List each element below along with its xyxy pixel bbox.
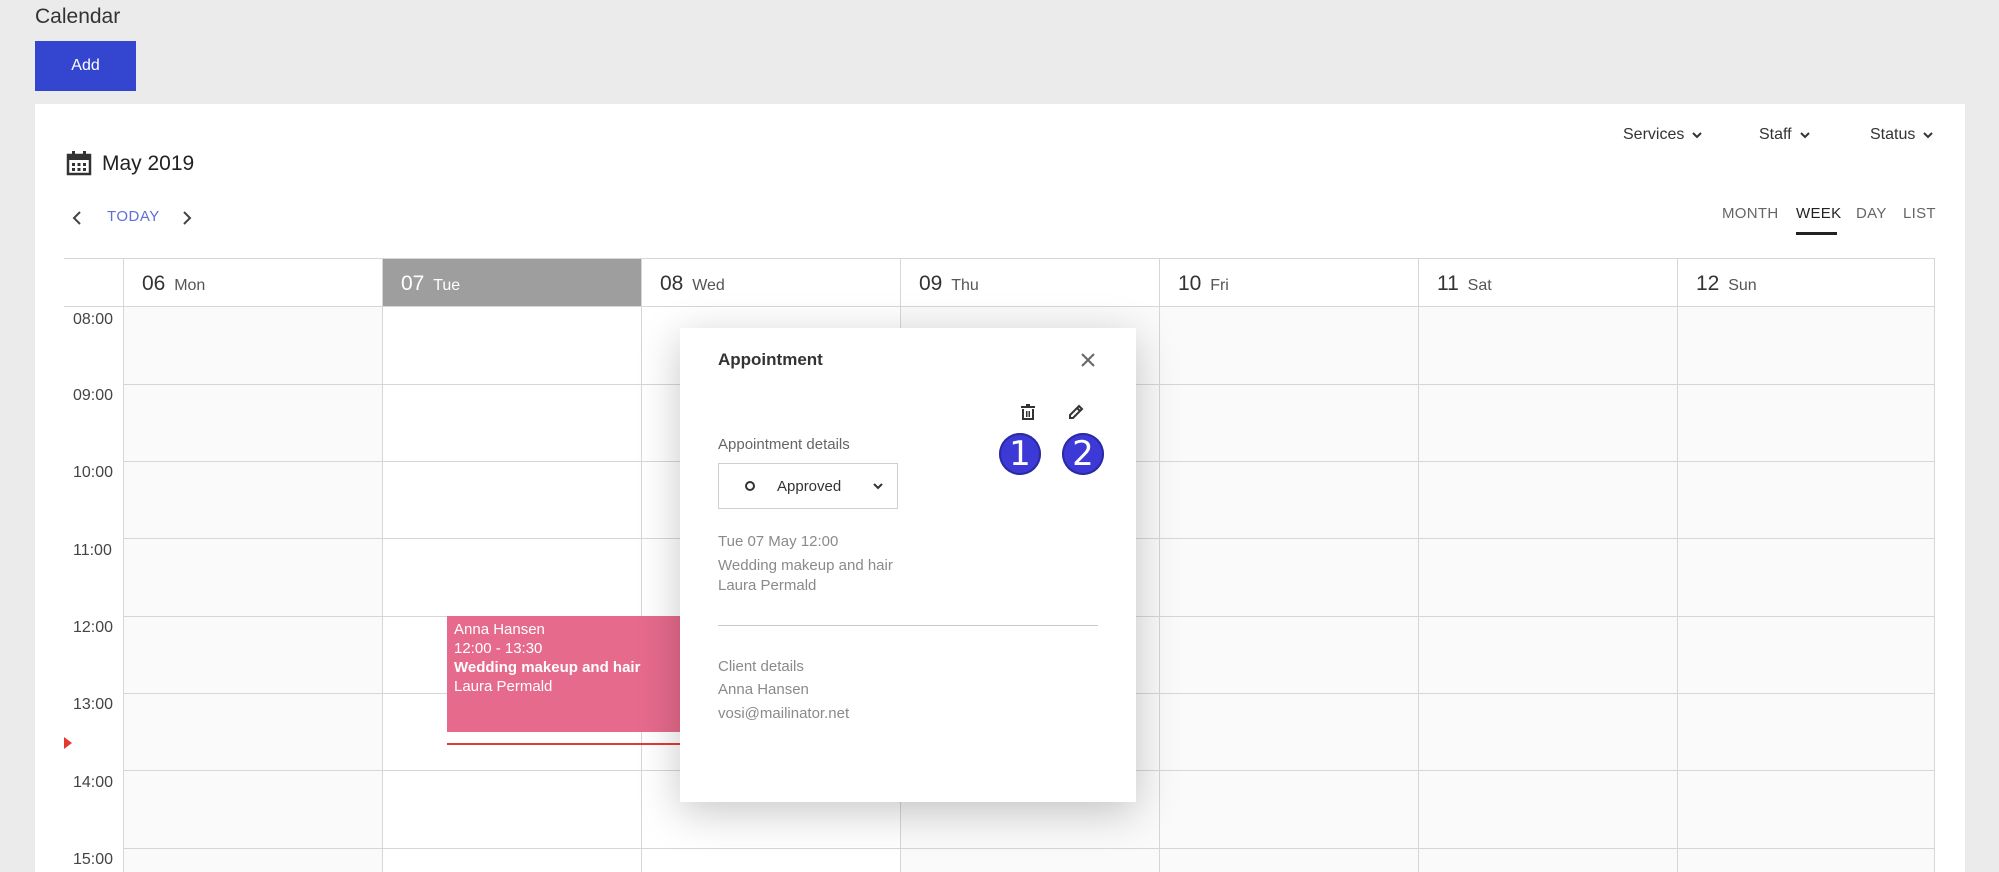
day-header-sat: 11 Sat [1418,258,1677,307]
trash-icon[interactable] [1018,402,1038,422]
day-name: Mon [174,277,206,294]
chevron-down-icon [1799,132,1810,139]
appointment-staff: Laura Permald [718,577,817,594]
page-title: Calendar [35,5,121,28]
client-email: vosi@mailinator.net [718,705,850,722]
day-number: 10 [1178,272,1202,295]
time-label: 15:00 [73,851,114,868]
status-dot-icon [745,481,755,491]
day-header-fri: 10 Fri [1159,258,1418,307]
day-header-sun: 12 Sun [1677,258,1935,307]
appointment-service: Wedding makeup and hair [718,557,893,574]
chevron-down-icon [873,483,883,490]
close-icon[interactable] [1078,350,1098,370]
time-label: 11:00 [73,542,112,559]
day-header-mon: 06 Mon [123,258,382,307]
tab-day[interactable]: DAY [1856,205,1887,222]
appointment-details-label: Appointment details [718,436,850,453]
event-staff: Laura Permald [454,678,553,695]
day-column-tue[interactable] [382,307,642,872]
grid-border [1934,258,1935,872]
day-header-thu: 09 Thu [900,258,1159,307]
event-service: Wedding makeup and hair [454,659,641,676]
chevron-down-icon [1923,132,1934,139]
day-number: 12 [1696,272,1720,295]
day-column-sat[interactable] [1418,307,1678,872]
chevron-right-icon[interactable] [176,207,198,229]
add-button[interactable]: Add [35,41,136,91]
month-label: May 2019 [102,152,195,175]
time-label: 09:00 [73,387,114,404]
tab-month[interactable]: MONTH [1722,205,1779,222]
calendar-icon [66,151,92,176]
hour-line [123,848,1935,849]
day-column-sun[interactable] [1677,307,1935,872]
event-client: Anna Hansen [454,621,545,638]
active-tab-indicator [1796,232,1837,235]
annotation-badge-1: 1 [999,433,1041,475]
time-label: 14:00 [73,774,114,791]
day-header-tue: 07 Tue [382,258,641,307]
day-number: 11 [1437,272,1459,295]
time-label: 12:00 [73,619,114,636]
annotation-badge-2: 2 [1062,433,1104,475]
day-header-wed: 08 Wed [641,258,900,307]
appointment-date: Tue 07 May 12:00 [718,533,839,550]
pencil-icon[interactable] [1066,402,1086,422]
day-name: Sun [1728,277,1757,294]
day-number: 09 [919,272,943,295]
chevron-down-icon [1692,132,1703,139]
tab-week[interactable]: WEEK [1796,205,1841,222]
current-time-marker [64,737,72,749]
time-column-header [64,258,123,307]
staff-filter[interactable]: Staff [1759,126,1812,144]
tab-list[interactable]: LIST [1903,205,1936,222]
services-filter[interactable]: Services [1623,126,1704,144]
staff-filter-label: Staff [1759,126,1792,143]
modal-title: Appointment [718,350,823,369]
event-time: 12:00 - 13:30 [454,640,543,657]
day-name: Tue [433,277,461,294]
time-label: 13:00 [73,696,114,713]
day-name: Thu [951,277,979,294]
status-value: Approved [777,477,842,495]
day-name: Sat [1467,277,1492,294]
day-number: 07 [401,272,425,295]
status-filter[interactable]: Status [1870,126,1935,144]
time-label: 10:00 [73,464,114,481]
status-select[interactable]: Approved [718,463,898,509]
day-column-mon[interactable] [123,307,383,872]
appointment-event[interactable]: Anna Hansen 12:00 - 13:30 Wedding makeup… [447,616,703,732]
status-filter-label: Status [1870,126,1916,143]
day-column-fri[interactable] [1159,307,1419,872]
client-details-label: Client details [718,658,804,675]
day-name: Fri [1210,277,1229,294]
day-number: 06 [142,272,166,295]
appointment-modal: Appointment 1 2 Appointment details Appr… [680,328,1136,802]
services-filter-label: Services [1623,126,1685,143]
client-name: Anna Hansen [718,681,809,698]
chevron-left-icon[interactable] [66,207,88,229]
day-name: Wed [692,277,725,294]
divider [718,625,1098,626]
current-time-line [447,743,703,745]
today-button[interactable]: TODAY [107,208,160,225]
day-number: 08 [660,272,684,295]
time-label: 08:00 [73,311,114,328]
